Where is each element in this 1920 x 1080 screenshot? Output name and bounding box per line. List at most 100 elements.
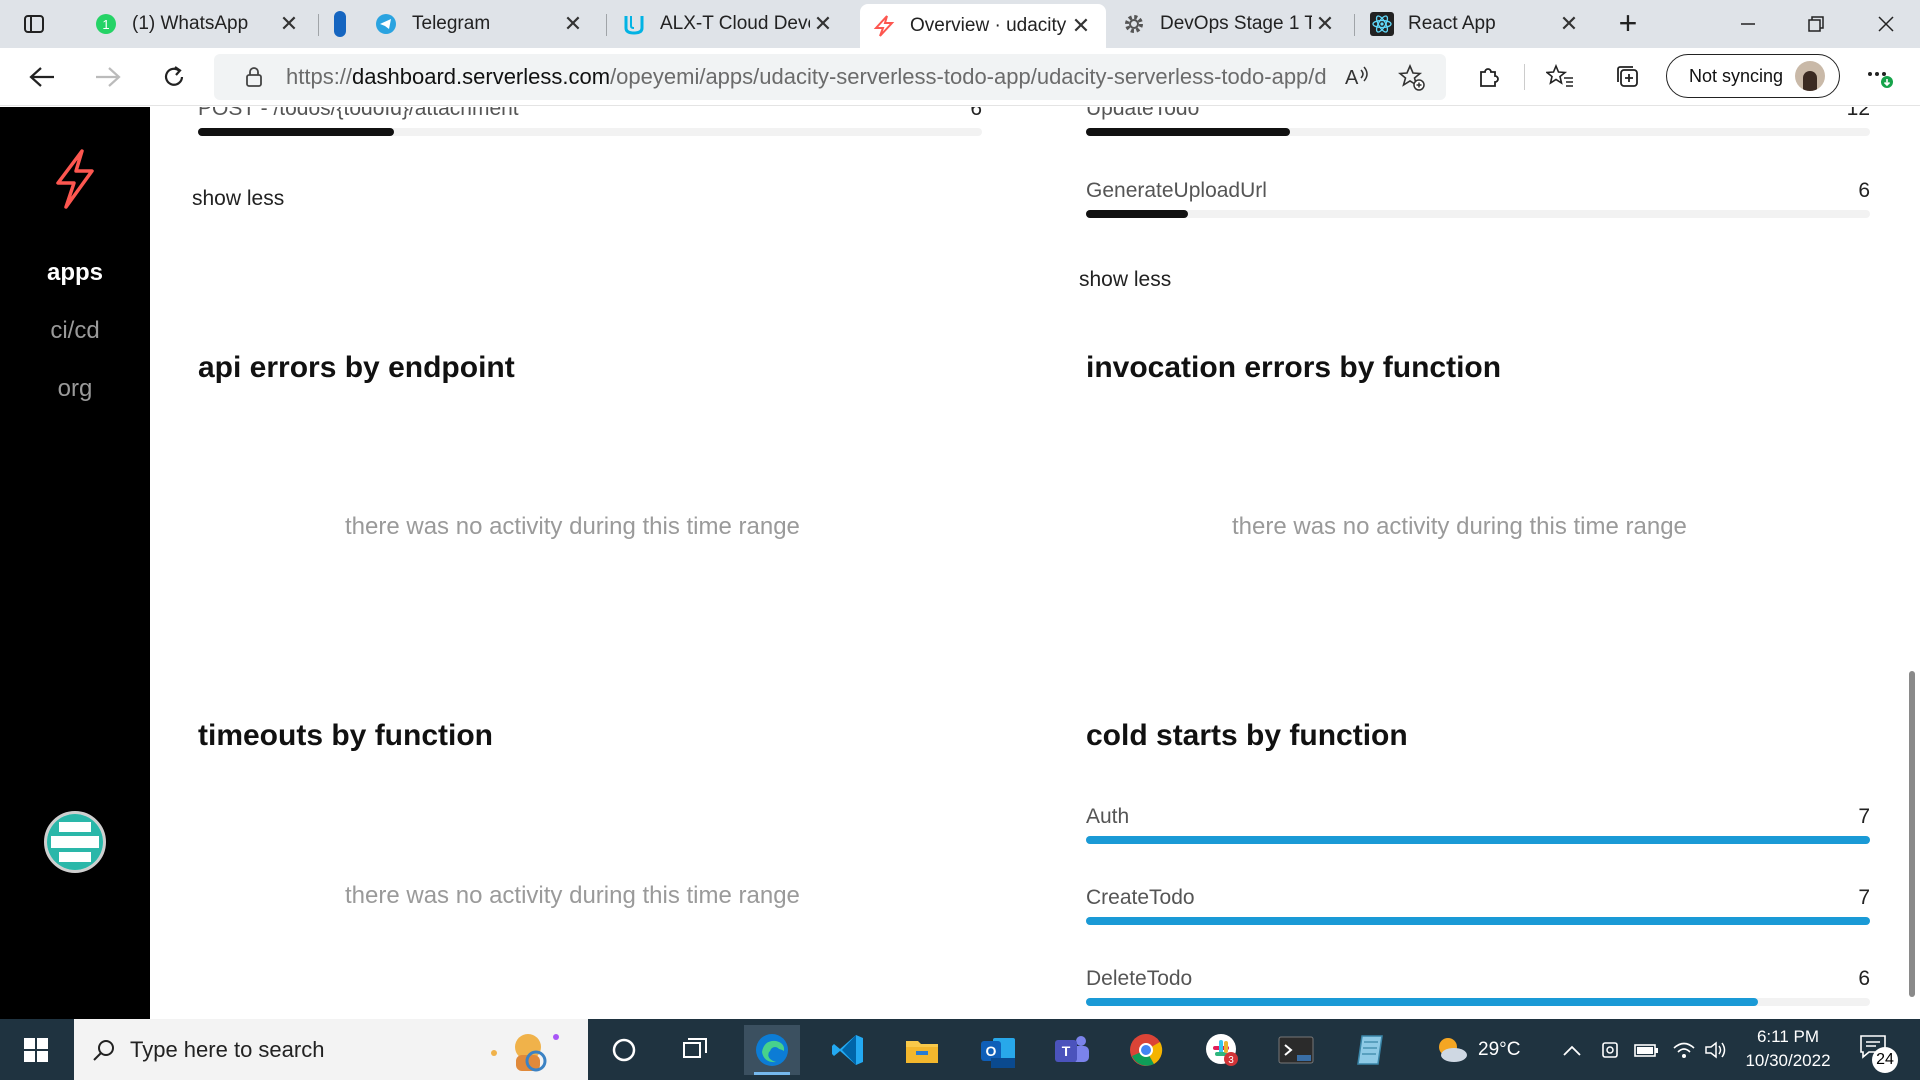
browser-tab-strip: 1 (1) WhatsApp ✕ Telegram ✕ ALX-T Cloud … — [0, 0, 1920, 48]
bar-row[interactable]: CreateTodo 7 — [1086, 886, 1870, 930]
outlook-icon[interactable]: O — [970, 1025, 1026, 1075]
vscode-icon[interactable] — [820, 1025, 876, 1075]
show-hidden-icons-icon[interactable] — [1562, 1019, 1582, 1080]
gear-icon — [1122, 12, 1146, 36]
search-highlight-icon — [486, 1025, 566, 1080]
notification-count: 24 — [1872, 1047, 1898, 1073]
bar-track — [1086, 128, 1870, 136]
sidebar-item-apps[interactable]: apps — [0, 259, 150, 287]
bar-row[interactable]: UpdateTodo 12 — [1086, 107, 1870, 141]
teams-icon[interactable]: T — [1044, 1025, 1100, 1075]
windows-taskbar: Type here to search O T 3 29°C 6:11 PM 1… — [0, 1019, 1920, 1080]
weather-temperature: 29°C — [1478, 1038, 1521, 1060]
sidebar-item-org[interactable]: org — [0, 375, 150, 403]
close-tab-icon[interactable]: ✕ — [1068, 13, 1094, 39]
notepad-icon[interactable] — [1342, 1025, 1398, 1075]
refresh-icon[interactable] — [156, 59, 192, 95]
bar-track — [1086, 998, 1870, 1006]
taskbar-search-box[interactable]: Type here to search — [74, 1019, 588, 1080]
bar-row[interactable]: DeleteTodo 6 — [1086, 967, 1870, 1011]
svg-text:1: 1 — [102, 17, 109, 32]
bar-track — [198, 128, 982, 136]
bar-value: 6 — [1858, 179, 1870, 202]
bar-fill — [1086, 128, 1290, 136]
terminal-icon[interactable] — [1268, 1025, 1324, 1075]
close-tab-icon[interactable]: ✕ — [276, 11, 302, 37]
url-scheme: https:// — [286, 64, 353, 89]
tab-actions-icon[interactable] — [16, 10, 52, 38]
battery-icon[interactable] — [1634, 1019, 1660, 1080]
bar-fill — [198, 128, 394, 136]
blue-pill-icon — [328, 11, 352, 37]
close-tab-icon[interactable]: ✕ — [810, 11, 836, 37]
tab-react-app[interactable]: React App ✕ — [1358, 4, 1594, 44]
favorites-icon[interactable] — [1542, 59, 1578, 95]
cortana-icon[interactable] — [596, 1025, 652, 1075]
scrollbar-thumb[interactable] — [1909, 671, 1915, 997]
bar-value: 6 — [1858, 967, 1870, 990]
extensions-icon[interactable] — [1470, 59, 1506, 95]
edge-icon[interactable] — [744, 1025, 800, 1075]
tab-devops[interactable]: DevOps Stage 1 Ta ✕ — [1110, 4, 1350, 44]
tab-pinned[interactable] — [322, 4, 360, 44]
restore-icon[interactable] — [1796, 6, 1836, 42]
bar-value: 7 — [1858, 805, 1870, 828]
tab-title: (1) WhatsApp — [132, 13, 249, 34]
bar-row[interactable]: POST - /todos/{todoId}/attachment 6 — [198, 107, 982, 141]
profile-avatar — [1795, 61, 1826, 91]
serverless-logo-icon[interactable] — [50, 147, 100, 211]
sidebar-item-cicd[interactable]: ci/cd — [0, 317, 150, 345]
page-scrollbar[interactable] — [1902, 107, 1920, 1019]
show-less-link[interactable]: show less — [1079, 268, 1171, 292]
close-tab-icon[interactable]: ✕ — [1312, 11, 1338, 37]
close-tab-icon[interactable]: ✕ — [560, 11, 586, 37]
more-menu-icon[interactable] — [1862, 59, 1898, 95]
tab-alx-cloud[interactable]: ALX-T Cloud Devel ✕ — [610, 4, 848, 44]
volume-icon[interactable] — [1704, 1019, 1728, 1080]
notification-center-icon[interactable]: 24 — [1858, 1033, 1898, 1073]
meet-now-icon[interactable] — [1600, 1019, 1622, 1080]
tab-title: React App — [1408, 13, 1496, 34]
url-text[interactable]: https://dashboard.serverless.com/opeyemi… — [286, 64, 1326, 90]
file-explorer-icon[interactable] — [894, 1025, 950, 1075]
svg-text:A: A — [1345, 67, 1359, 89]
bar-value: 6 — [970, 107, 982, 120]
read-aloud-icon[interactable]: A — [1344, 64, 1370, 95]
back-icon[interactable] — [24, 59, 60, 95]
close-window-icon[interactable] — [1866, 6, 1906, 42]
system-clock[interactable]: 6:11 PM 10/30/2022 — [1728, 1025, 1848, 1073]
user-avatar[interactable] — [44, 811, 106, 873]
new-tab-button[interactable]: + — [1612, 7, 1644, 40]
windows-start-icon[interactable] — [14, 1033, 58, 1067]
sync-label: Not syncing — [1689, 65, 1784, 86]
task-view-icon[interactable] — [668, 1025, 724, 1075]
empty-state-message: there was no activity during this time r… — [345, 513, 800, 540]
tab-overview-udacity[interactable]: Overview · udacity ✕ — [860, 4, 1106, 48]
toolbar-divider — [1524, 64, 1525, 90]
show-less-link[interactable]: show less — [192, 187, 284, 211]
tab-separator — [1354, 14, 1355, 36]
wifi-icon[interactable] — [1672, 1019, 1696, 1080]
profile-sync-button[interactable]: Not syncing — [1666, 54, 1840, 98]
bar-label: Auth — [1086, 805, 1130, 828]
address-bar[interactable]: https://dashboard.serverless.com/opeyemi… — [214, 54, 1446, 100]
empty-state-message: there was no activity during this time r… — [345, 882, 800, 909]
udacity-icon — [622, 12, 646, 36]
slack-icon[interactable]: 3 — [1194, 1025, 1250, 1075]
tab-title: Telegram — [412, 13, 491, 34]
bar-row[interactable]: Auth 7 — [1086, 805, 1870, 849]
tab-whatsapp[interactable]: 1 (1) WhatsApp ✕ — [82, 4, 314, 44]
weather-widget[interactable]: 29°C — [1434, 1019, 1520, 1080]
forward-icon[interactable] — [90, 59, 126, 95]
bar-label: CreateTodo — [1086, 886, 1195, 909]
tab-telegram[interactable]: Telegram ✕ — [362, 4, 598, 44]
add-favorite-icon[interactable] — [1397, 63, 1426, 97]
lock-icon[interactable] — [242, 65, 266, 89]
minimize-icon[interactable] — [1728, 6, 1768, 42]
collections-icon[interactable] — [1610, 59, 1646, 95]
chrome-icon[interactable] — [1118, 1025, 1174, 1075]
tab-separator — [318, 14, 319, 36]
close-tab-icon[interactable]: ✕ — [1556, 11, 1582, 37]
bar-row[interactable]: GenerateUploadUrl 6 — [1086, 179, 1870, 223]
panel-title-invocation-errors: invocation errors by function — [1086, 351, 1502, 384]
